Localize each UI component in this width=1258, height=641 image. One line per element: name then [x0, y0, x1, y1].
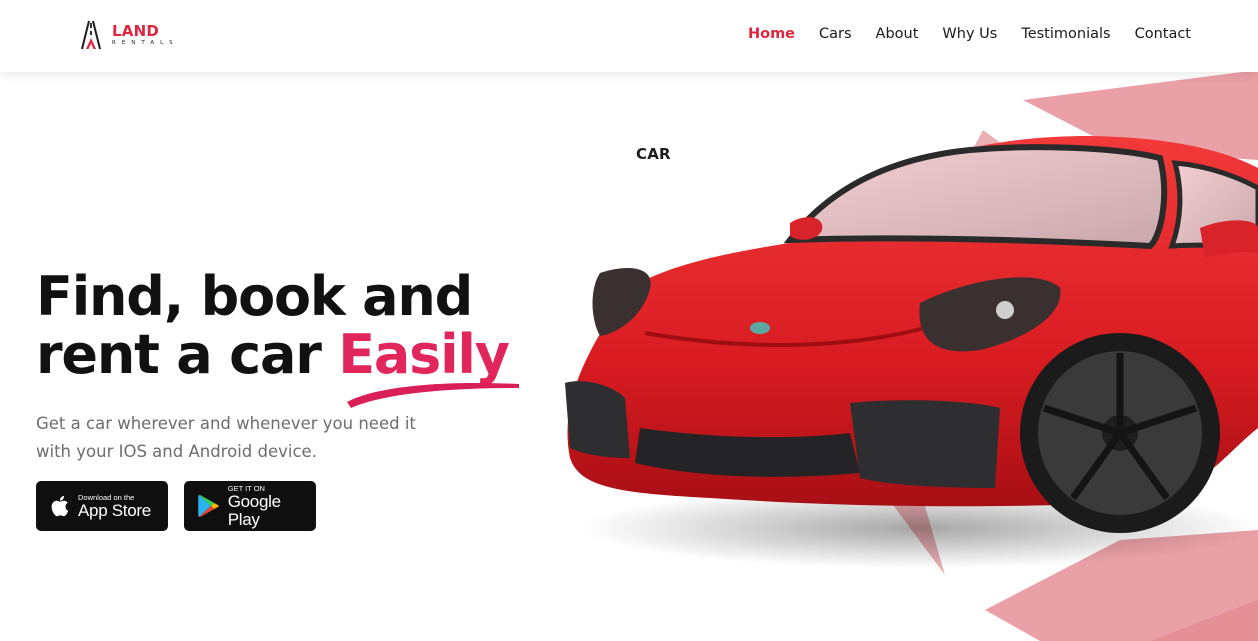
- hero-subtext: Get a car wherever and whenever you need…: [36, 414, 416, 461]
- nav-testimonials[interactable]: Testimonials: [1021, 26, 1110, 42]
- google-play-text: GET IT ON Google Play: [228, 484, 316, 529]
- nav-why-us[interactable]: Why Us: [942, 26, 997, 42]
- app-store-button[interactable]: Download on the App Store: [36, 481, 168, 531]
- nav-contact[interactable]: Contact: [1135, 26, 1191, 42]
- highlight-underline-stroke: [347, 382, 519, 408]
- google-play-button[interactable]: GET IT ON Google Play: [184, 481, 316, 531]
- nav-about[interactable]: About: [876, 26, 919, 42]
- main-nav: Home Cars About Why Us Testimonials Cont…: [748, 26, 1191, 42]
- google-play-icon: [198, 494, 219, 518]
- nav-home[interactable]: Home: [748, 26, 795, 42]
- brand-name-car: CAR: [636, 145, 671, 163]
- road-logo-icon: [81, 20, 101, 50]
- hero-headline: Find, book and rent a car Easily: [36, 265, 510, 386]
- nav-cars[interactable]: Cars: [819, 26, 852, 42]
- app-store-text: Download on the App Store: [78, 493, 151, 520]
- site-header: CAR LAND RENTALS Home Cars About Why Us T…: [0, 0, 1258, 162]
- apple-logo-icon: [51, 495, 69, 517]
- google-play-big-text: Google Play: [227, 491, 281, 529]
- brand-wordmark: CAR LAND RENTALS: [112, 21, 671, 161]
- brand-tagline: RENTALS: [112, 39, 179, 46]
- brand-logo[interactable]: CAR LAND RENTALS: [76, 19, 671, 162]
- app-store-big-text: App Store: [78, 500, 151, 520]
- brand-name-land: LAND: [112, 21, 159, 40]
- headline-line-2-prefix: rent a car: [36, 323, 339, 386]
- headline-line-1: Find, book and: [36, 265, 473, 328]
